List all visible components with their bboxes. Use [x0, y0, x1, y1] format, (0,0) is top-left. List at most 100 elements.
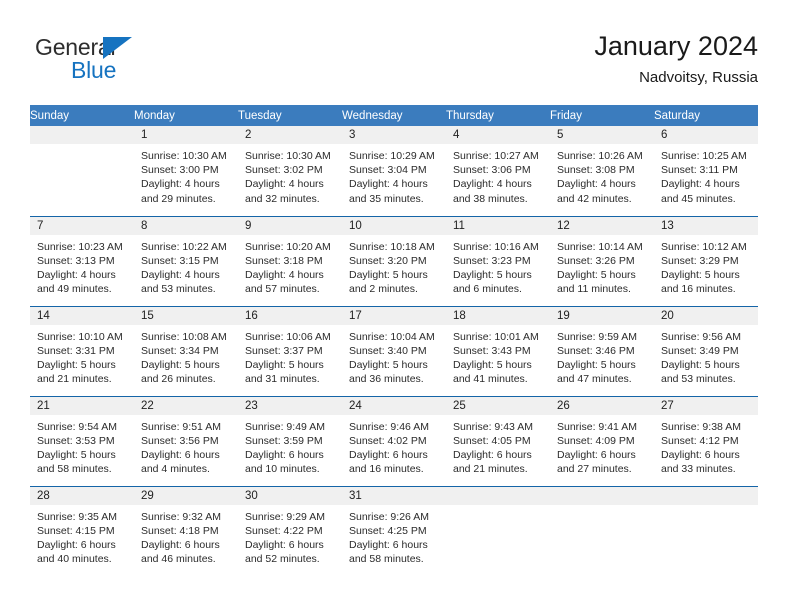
calendar-day-cell-empty	[30, 126, 134, 216]
daylight-duration-line2: and 26 minutes.	[141, 373, 216, 386]
calendar-day-cell[interactable]: 24 Sunrise: 9:46 AM Sunset: 4:02 PM Dayligh…	[342, 395, 446, 486]
page-header: General Blue January 2024 Nadvoitsy, Rus…	[30, 28, 758, 98]
daylight-duration-line1: Daylight: 6 hours	[37, 538, 116, 551]
calendar-day-cell[interactable]: 11 Sunrise: 10:16 AM Sunset: 3:23 PM Daylig…	[446, 215, 550, 306]
daylight-duration-line2: and 53 minutes.	[141, 283, 216, 296]
daylight-duration-line1: Daylight: 6 hours	[141, 448, 220, 461]
daylight-duration-line2: and 16 minutes.	[661, 283, 736, 296]
day-number: 1	[134, 126, 238, 144]
calendar-day-cell[interactable]: 20 Sunrise: 9:56 AM Sunset: 3:49 PM Dayligh…	[654, 305, 758, 396]
sunrise-time: Sunrise: 10:08 AM	[141, 330, 227, 343]
day-number: 15	[134, 306, 238, 325]
day-cell-details: Sunrise: 10:26 AM Sunset: 3:08 PM Daylight…	[550, 144, 654, 206]
calendar-week-row: 7 Sunrise: 10:23 AM Sunset: 3:13 PM Dayligh…	[30, 215, 758, 306]
calendar-day-cell[interactable]: 8 Sunrise: 10:22 AM Sunset: 3:15 PM Dayligh…	[134, 215, 238, 306]
calendar-day-cell[interactable]: 9 Sunrise: 10:20 AM Sunset: 3:18 PM Dayligh…	[238, 215, 342, 306]
day-cell-details: Sunrise: 9:59 AM Sunset: 3:46 PM Daylight:…	[550, 325, 654, 387]
sunrise-time: Sunrise: 9:56 AM	[661, 330, 741, 343]
day-cell-details: Sunrise: 9:43 AM Sunset: 4:05 PM Daylight:…	[446, 415, 550, 477]
calendar-week-row: 28 Sunrise: 9:35 AM Sunset: 4:15 PM Dayligh…	[30, 485, 758, 577]
calendar-day-cell[interactable]: 31 Sunrise: 9:26 AM Sunset: 4:25 PM Dayligh…	[342, 485, 446, 576]
sunset-time: Sunset: 3:00 PM	[141, 164, 219, 177]
day-cell-details: Sunrise: 10:10 AM Sunset: 3:31 PM Daylight…	[30, 325, 134, 387]
calendar-day-cell[interactable]: 26 Sunrise: 9:41 AM Sunset: 4:09 PM Dayligh…	[550, 395, 654, 486]
day-cell-inner: 21 Sunrise: 9:54 AM Sunset: 3:53 PM Dayligh…	[30, 396, 134, 486]
calendar-day-cell[interactable]: 6 Sunrise: 10:25 AM Sunset: 3:11 PM Dayligh…	[654, 126, 758, 216]
calendar-day-cell[interactable]: 16 Sunrise: 10:06 AM Sunset: 3:37 PM Daylig…	[238, 305, 342, 396]
sunset-time: Sunset: 4:15 PM	[37, 524, 115, 537]
calendar-header-row: Sunday Monday Tuesday Wednesday Thursday…	[30, 105, 758, 126]
day-number: 5	[550, 126, 654, 144]
day-number: 14	[30, 306, 134, 325]
daylight-duration-line2: and 38 minutes.	[453, 192, 528, 205]
day-cell-inner: 30 Sunrise: 9:29 AM Sunset: 4:22 PM Dayligh…	[238, 486, 342, 577]
day-cell-details: Sunrise: 10:08 AM Sunset: 3:34 PM Daylight…	[134, 325, 238, 387]
sunrise-time: Sunrise: 9:59 AM	[557, 330, 637, 343]
sunset-time: Sunset: 4:02 PM	[349, 434, 427, 447]
calendar-day-cell[interactable]: 21 Sunrise: 9:54 AM Sunset: 3:53 PM Dayligh…	[30, 395, 134, 486]
day-cell-inner: 22 Sunrise: 9:51 AM Sunset: 3:56 PM Dayligh…	[134, 396, 238, 486]
calendar-day-cell[interactable]: 25 Sunrise: 9:43 AM Sunset: 4:05 PM Dayligh…	[446, 395, 550, 486]
day-number	[446, 486, 550, 505]
brand-triangle-icon	[103, 37, 132, 59]
daylight-duration-line1: Daylight: 5 hours	[37, 448, 116, 461]
calendar-day-cell[interactable]: 5 Sunrise: 10:26 AM Sunset: 3:08 PM Dayligh…	[550, 126, 654, 216]
calendar-day-cell[interactable]: 30 Sunrise: 9:29 AM Sunset: 4:22 PM Dayligh…	[238, 485, 342, 577]
calendar-day-cell[interactable]: 3 Sunrise: 10:29 AM Sunset: 3:04 PM Dayligh…	[342, 126, 446, 216]
weekday-header-monday: Monday	[134, 105, 238, 126]
daylight-duration-line2: and 32 minutes.	[245, 192, 320, 205]
day-cell-inner: 28 Sunrise: 9:35 AM Sunset: 4:15 PM Dayligh…	[30, 486, 134, 577]
calendar-day-cell[interactable]: 23 Sunrise: 9:49 AM Sunset: 3:59 PM Dayligh…	[238, 395, 342, 486]
day-cell-details: Sunrise: 10:16 AM Sunset: 3:23 PM Daylight…	[446, 235, 550, 297]
calendar-day-cell[interactable]: 19 Sunrise: 9:59 AM Sunset: 3:46 PM Dayligh…	[550, 305, 654, 396]
calendar-day-cell-empty	[654, 485, 758, 577]
calendar-day-cell[interactable]: 18 Sunrise: 10:01 AM Sunset: 3:43 PM Daylig…	[446, 305, 550, 396]
day-number: 9	[238, 216, 342, 235]
calendar-day-cell[interactable]: 22 Sunrise: 9:51 AM Sunset: 3:56 PM Dayligh…	[134, 395, 238, 486]
sunrise-time: Sunrise: 9:43 AM	[453, 420, 533, 433]
general-blue-logo[interactable]: General Blue	[35, 34, 215, 92]
daylight-duration-line2: and 2 minutes.	[349, 283, 418, 296]
calendar-day-cell[interactable]: 14 Sunrise: 10:10 AM Sunset: 3:31 PM Daylig…	[30, 305, 134, 396]
sunrise-time: Sunrise: 10:12 AM	[661, 240, 747, 253]
day-cell-details: Sunrise: 10:20 AM Sunset: 3:18 PM Daylight…	[238, 235, 342, 297]
calendar-day-cell[interactable]: 13 Sunrise: 10:12 AM Sunset: 3:29 PM Daylig…	[654, 215, 758, 306]
calendar-week-row: 14 Sunrise: 10:10 AM Sunset: 3:31 PM Daylig…	[30, 305, 758, 396]
weekday-header-friday: Friday	[550, 105, 654, 126]
calendar-day-cell[interactable]: 10 Sunrise: 10:18 AM Sunset: 3:20 PM Daylig…	[342, 215, 446, 306]
sunset-time: Sunset: 3:08 PM	[557, 164, 635, 177]
daylight-duration-line1: Daylight: 6 hours	[349, 448, 428, 461]
daylight-duration-line1: Daylight: 6 hours	[245, 538, 324, 551]
calendar-day-cell[interactable]: 4 Sunrise: 10:27 AM Sunset: 3:06 PM Dayligh…	[446, 126, 550, 216]
daylight-duration-line1: Daylight: 5 hours	[37, 358, 116, 371]
calendar-day-cell[interactable]: 27 Sunrise: 9:38 AM Sunset: 4:12 PM Dayligh…	[654, 395, 758, 486]
day-cell-inner: 19 Sunrise: 9:59 AM Sunset: 3:46 PM Dayligh…	[550, 306, 654, 396]
calendar-day-cell-empty	[550, 485, 654, 576]
day-cell-inner	[654, 486, 758, 577]
daylight-duration-line2: and 45 minutes.	[661, 192, 736, 205]
day-cell-details: Sunrise: 9:56 AM Sunset: 3:49 PM Daylight:…	[654, 325, 758, 387]
day-cell-inner: 15 Sunrise: 10:08 AM Sunset: 3:34 PM Daylig…	[134, 306, 238, 396]
daylight-duration-line2: and 42 minutes.	[557, 192, 632, 205]
day-number: 2	[238, 126, 342, 144]
daylight-duration-line2: and 31 minutes.	[245, 373, 320, 386]
calendar-day-cell[interactable]: 29 Sunrise: 9:32 AM Sunset: 4:18 PM Dayligh…	[134, 485, 238, 576]
daylight-duration-line2: and 36 minutes.	[349, 373, 424, 386]
calendar-day-cell[interactable]: 17 Sunrise: 10:04 AM Sunset: 3:40 PM Daylig…	[342, 305, 446, 396]
day-number	[654, 486, 758, 505]
sunset-time: Sunset: 4:09 PM	[557, 434, 635, 447]
sunrise-time: Sunrise: 10:18 AM	[349, 240, 435, 253]
sunrise-time: Sunrise: 9:49 AM	[245, 420, 325, 433]
day-cell-details: Sunrise: 10:23 AM Sunset: 3:13 PM Daylight…	[30, 235, 134, 297]
day-cell-details: Sunrise: 9:38 AM Sunset: 4:12 PM Daylight:…	[654, 415, 758, 477]
calendar-day-cell[interactable]: 12 Sunrise: 10:14 AM Sunset: 3:26 PM Daylig…	[550, 215, 654, 306]
sunset-time: Sunset: 3:13 PM	[37, 254, 115, 267]
day-cell-inner: 9 Sunrise: 10:20 AM Sunset: 3:18 PM Dayligh…	[238, 216, 342, 306]
calendar-day-cell[interactable]: 15 Sunrise: 10:08 AM Sunset: 3:34 PM Daylig…	[134, 305, 238, 396]
day-cell-inner: 25 Sunrise: 9:43 AM Sunset: 4:05 PM Dayligh…	[446, 396, 550, 486]
calendar-day-cell[interactable]: 28 Sunrise: 9:35 AM Sunset: 4:15 PM Dayligh…	[30, 485, 134, 577]
calendar-day-cell[interactable]: 2 Sunrise: 10:30 AM Sunset: 3:02 PM Dayligh…	[238, 126, 342, 216]
calendar-day-cell[interactable]: 1 Sunrise: 10:30 AM Sunset: 3:00 PM Dayligh…	[134, 126, 238, 216]
daylight-duration-line2: and 21 minutes.	[37, 373, 112, 386]
calendar-day-cell[interactable]: 7 Sunrise: 10:23 AM Sunset: 3:13 PM Dayligh…	[30, 215, 134, 306]
